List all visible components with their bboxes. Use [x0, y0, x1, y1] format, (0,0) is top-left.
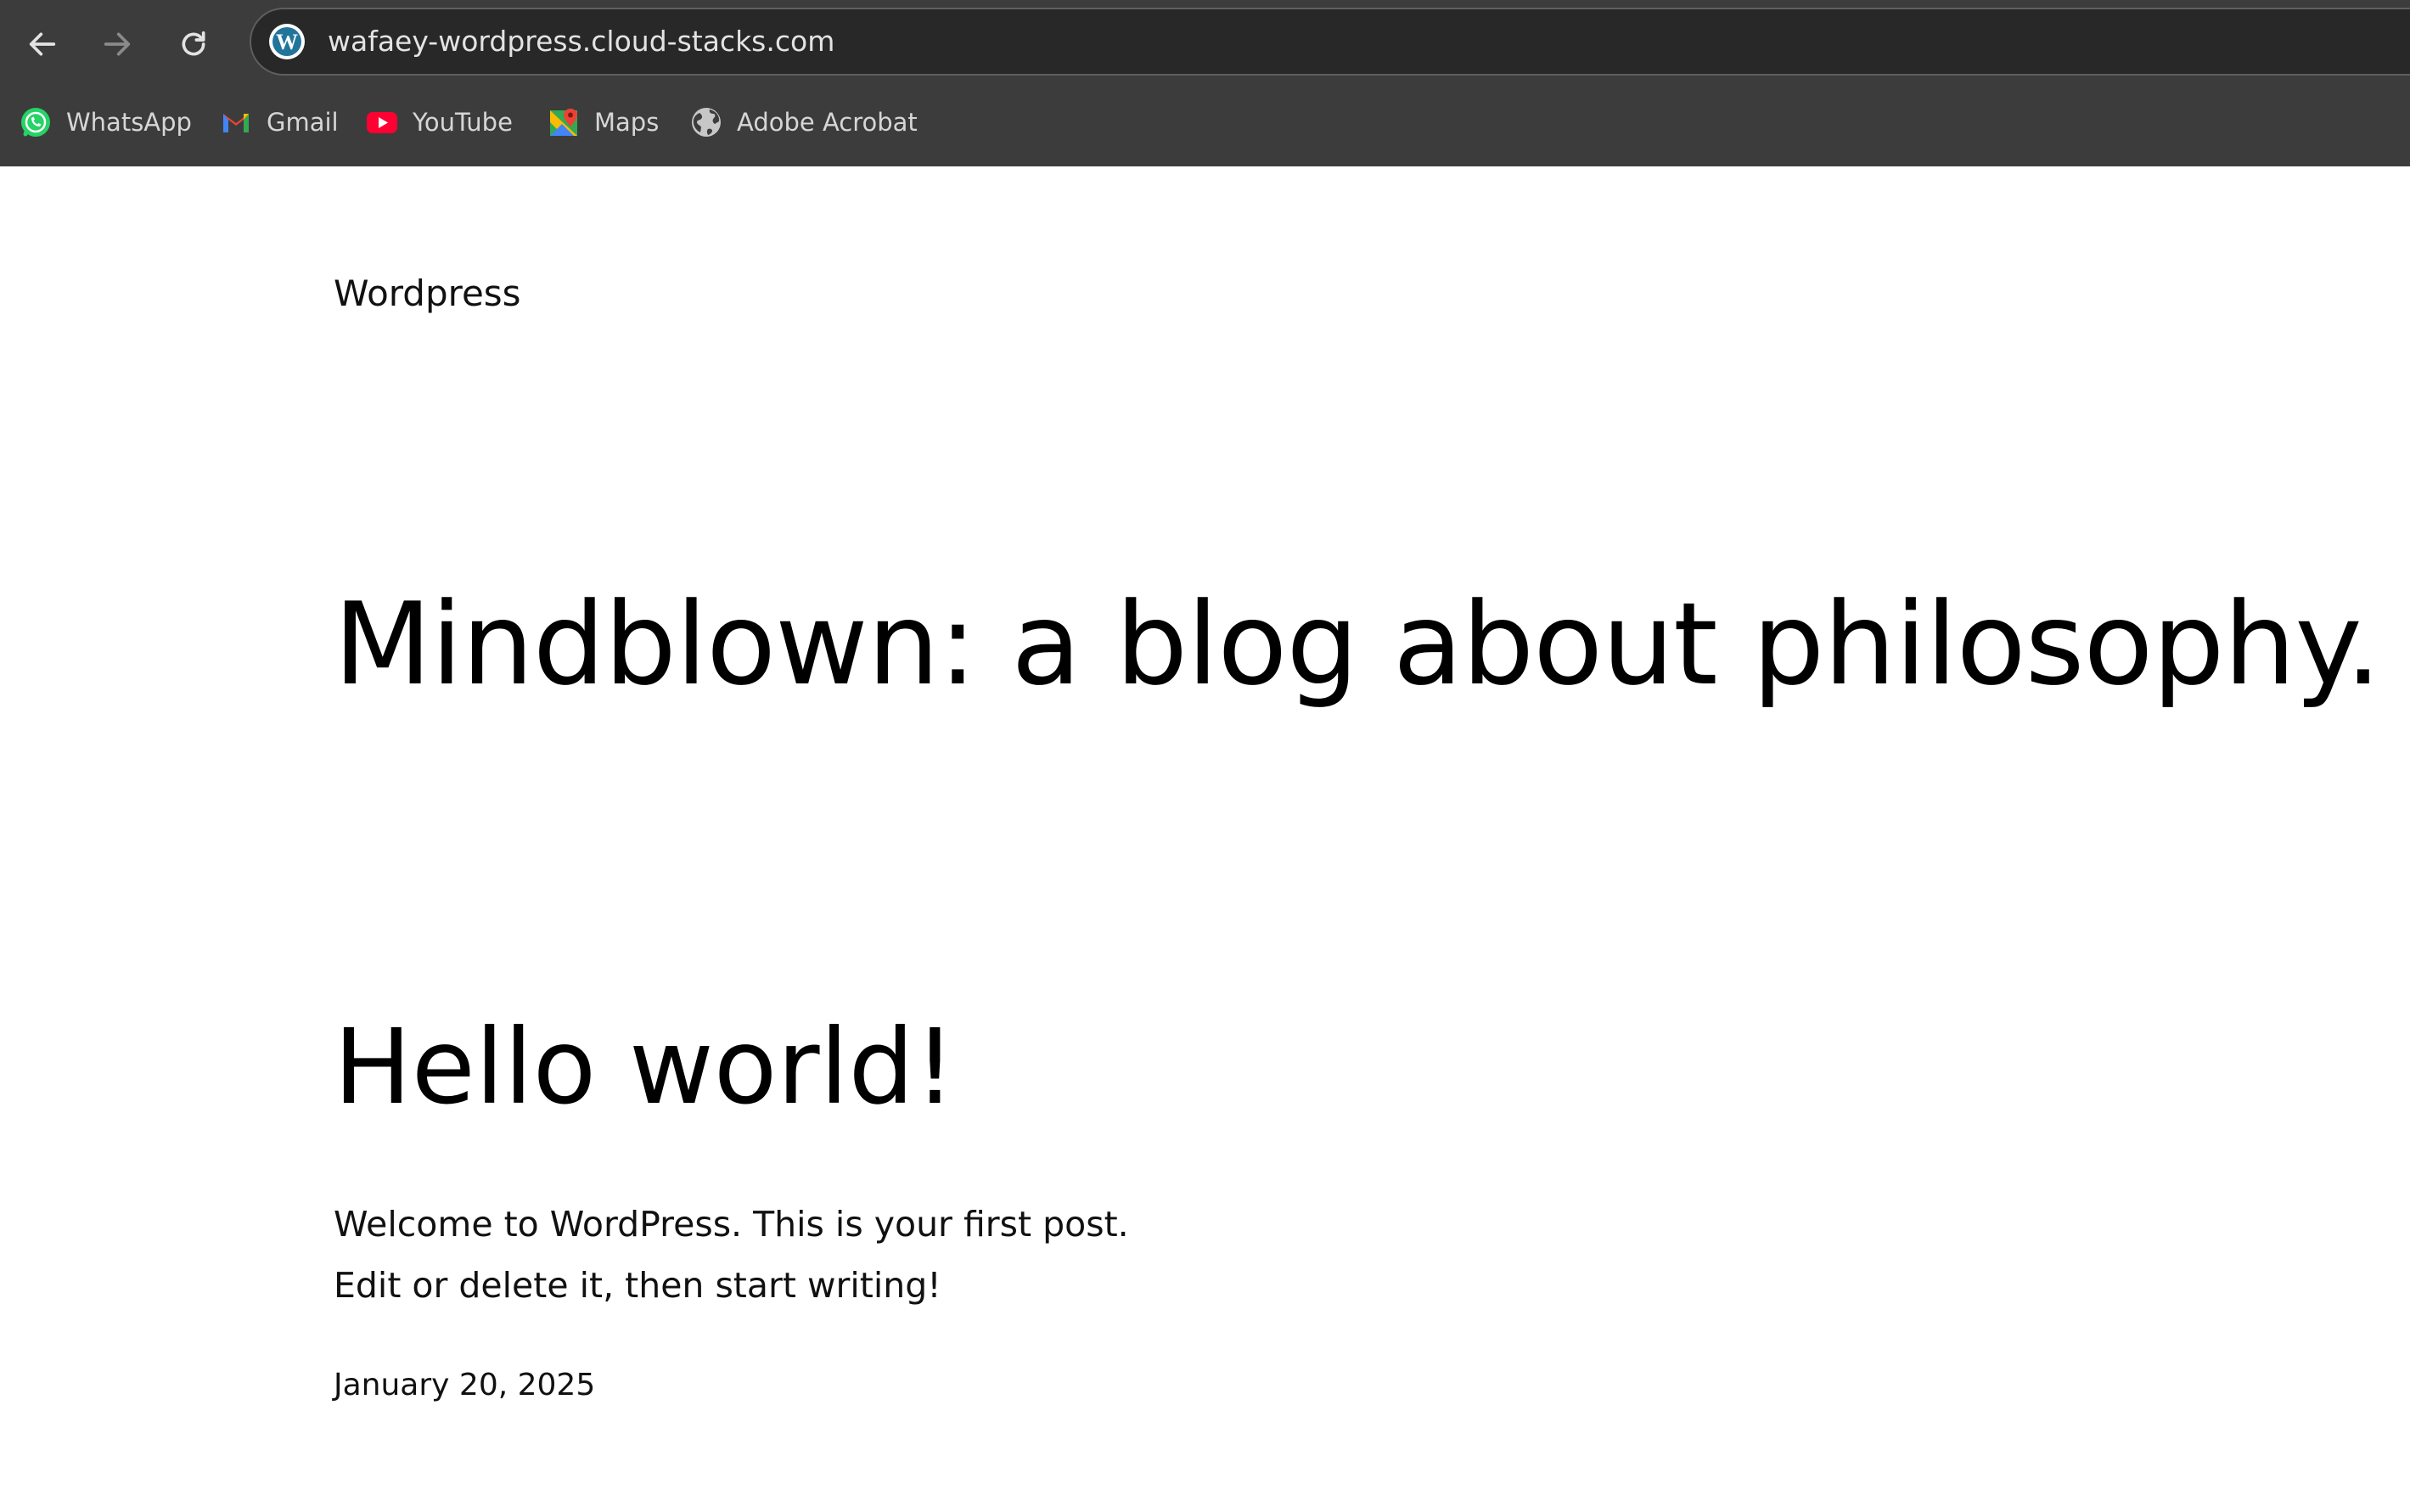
back-button[interactable] [17, 19, 68, 70]
youtube-icon [365, 105, 399, 139]
bookmark-label: Gmail [267, 108, 339, 137]
reload-button[interactable] [168, 19, 219, 70]
svg-text:W: W [276, 30, 298, 54]
bookmark-label: WhatsApp [66, 108, 192, 137]
bookmark-label: Maps [594, 108, 660, 137]
globe-icon [689, 105, 723, 139]
post-title[interactable]: Hello world! [334, 1007, 956, 1127]
arrow-right-icon [104, 32, 131, 56]
post-excerpt-line: Edit or delete it, then start writing! [334, 1265, 941, 1306]
browser-chrome: W wafaey-wordpress.cloud-stacks.com What… [0, 0, 2410, 166]
post-date: January 20, 2025 [334, 1368, 596, 1402]
bookmark-youtube[interactable]: YouTube [365, 95, 513, 149]
google-maps-icon [547, 105, 581, 139]
bookmark-adobe-acrobat[interactable]: Adobe Acrobat [689, 95, 918, 149]
page-content: Wordpress Mindblown: a blog about philos… [0, 166, 2410, 1512]
bookmark-label: Adobe Acrobat [737, 108, 918, 137]
bookmark-gmail[interactable]: Gmail [219, 95, 339, 149]
site-title[interactable]: Wordpress [334, 273, 521, 314]
arrow-left-icon [29, 32, 56, 56]
gmail-icon [219, 105, 253, 139]
site-tagline: Mindblown: a blog about philosophy. [334, 578, 2381, 711]
address-bar[interactable]: W wafaey-wordpress.cloud-stacks.com [250, 8, 2410, 76]
wordpress-logo-icon: W [269, 24, 305, 59]
reload-icon [182, 31, 205, 56]
post-excerpt-line: Welcome to WordPress. This is your first… [334, 1204, 1129, 1245]
bookmark-whatsapp[interactable]: WhatsApp [19, 95, 192, 149]
whatsapp-icon [19, 105, 53, 139]
post-excerpt: Welcome to WordPress. This is your first… [334, 1194, 1352, 1316]
bookmarks-bar: WhatsApp Gmail YouTube Maps Adobe Acroba… [0, 95, 2410, 149]
bookmark-label: YouTube [413, 108, 513, 137]
url-text[interactable]: wafaey-wordpress.cloud-stacks.com [328, 9, 834, 74]
forward-button[interactable] [92, 19, 143, 70]
bookmark-maps[interactable]: Maps [547, 95, 659, 149]
